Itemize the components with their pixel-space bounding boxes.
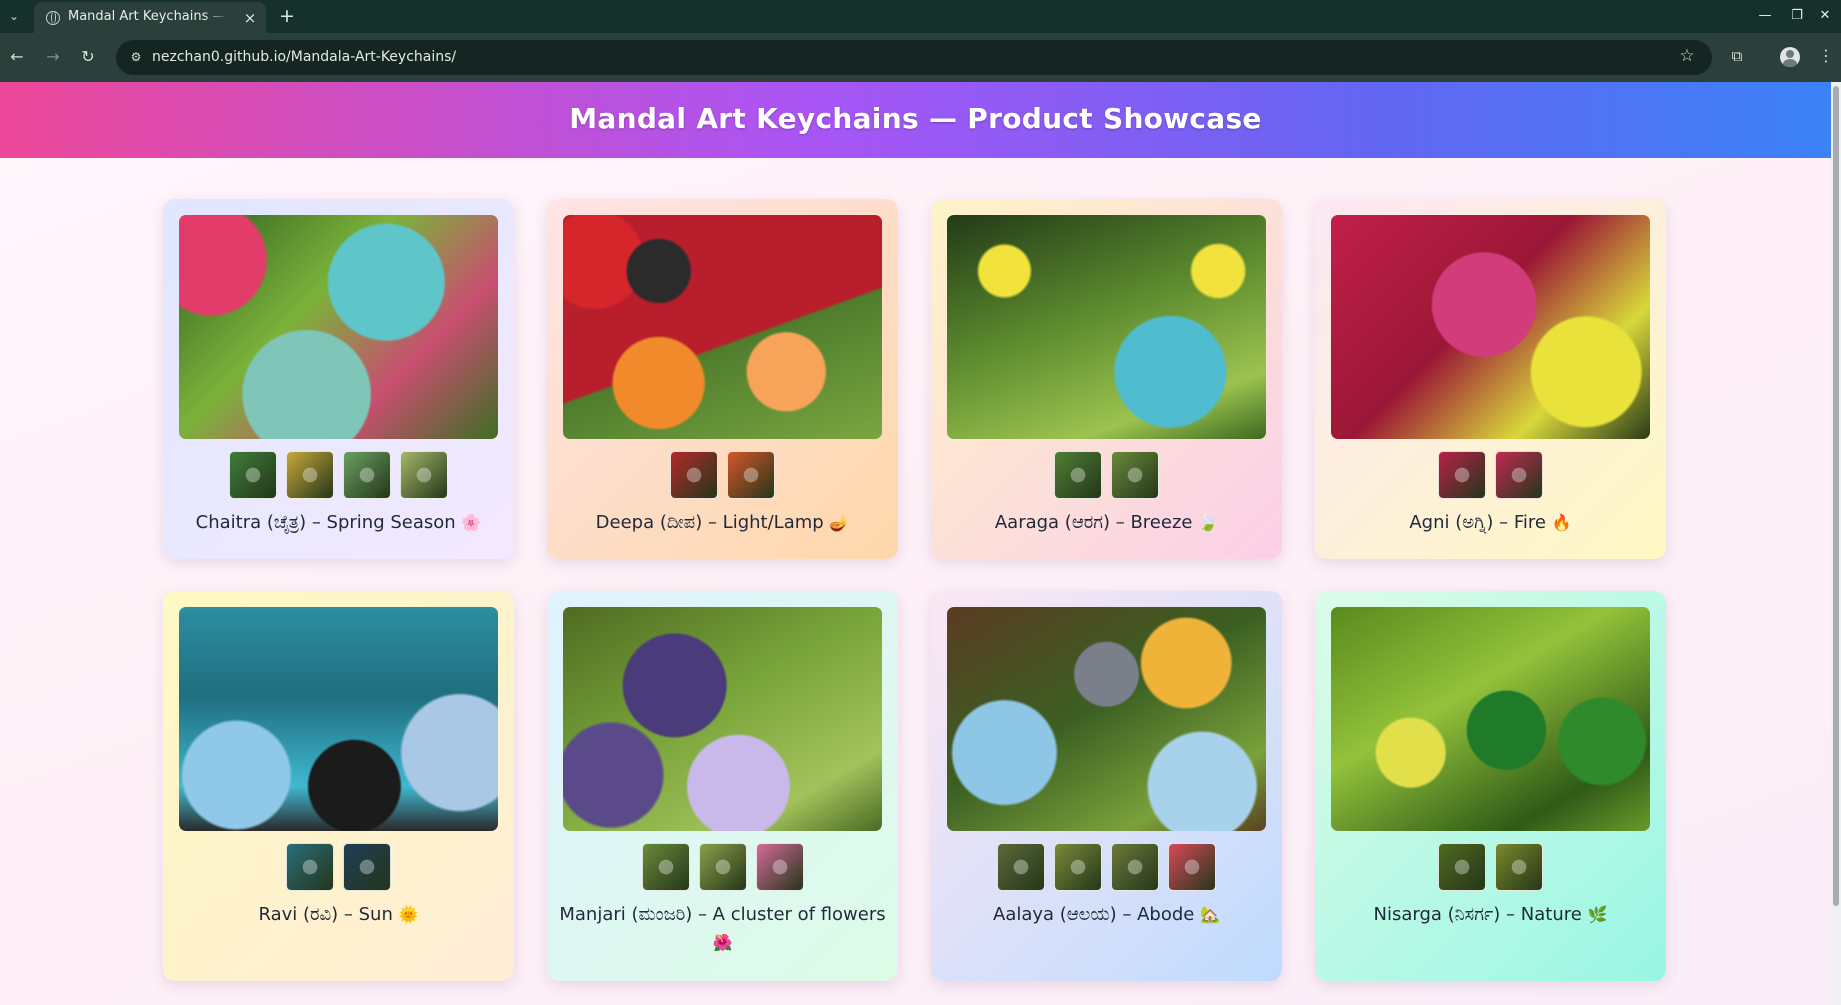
thumbnail-strip (931, 843, 1282, 891)
product-thumbnail[interactable] (1438, 451, 1486, 499)
product-main-image[interactable] (947, 215, 1266, 439)
tab-search-chevron-icon[interactable]: ⌄ (4, 6, 24, 26)
new-tab-plus-icon[interactable]: + (276, 5, 298, 27)
product-thumbnail[interactable] (1495, 843, 1543, 891)
product-thumbnail[interactable] (755, 843, 804, 891)
product-title: Manjari (ಮಂಜರಿ) – A cluster of flowers 🌺 (555, 901, 890, 957)
product-emoji: 🌺 (712, 933, 733, 952)
scrollbar-thumb[interactable] (1833, 86, 1839, 906)
restore-icon[interactable]: ❐ (1783, 4, 1811, 28)
product-name: Deepa (ದೀಪ) – Light/Lamp (595, 512, 824, 533)
product-name: Chaitra (ಚೈತ್ರ) – Spring Season (195, 512, 456, 533)
product-title: Deepa (ದೀಪ) – Light/Lamp 🪔 (555, 509, 890, 537)
forward-arrow-icon[interactable]: → (41, 45, 65, 69)
product-emoji: 🔥 (1551, 513, 1572, 532)
product-name: Agni (ಅಗ್ನಿ) – Fire (1409, 512, 1546, 533)
product-card: Nisarga (ನಿಸರ್ಗ) – Nature 🌿 (1315, 591, 1666, 981)
product-emoji: 🏡 (1200, 905, 1220, 924)
product-main-image[interactable] (1331, 215, 1650, 439)
url-text[interactable]: nezchan0.github.io/Mandala-Art-Keychains… (152, 49, 456, 67)
product-thumbnail[interactable] (1111, 451, 1159, 499)
product-thumbnail[interactable] (286, 843, 334, 891)
vertical-scrollbar[interactable] (1831, 82, 1841, 1005)
product-card: Manjari (ಮಂಜರಿ) – A cluster of flowers 🌺 (547, 591, 898, 981)
product-thumbnail[interactable] (1111, 843, 1159, 891)
product-title: Aalaya (ಆಲಯ) – Abode 🏡 (939, 901, 1274, 929)
globe-icon (46, 11, 60, 25)
product-card: Aalaya (ಆಲಯ) – Abode 🏡 (931, 591, 1282, 981)
product-thumbnail[interactable] (343, 451, 391, 499)
product-thumbnail[interactable] (400, 451, 448, 499)
product-card: Agni (ಅಗ್ನಿ) – Fire 🔥 (1315, 199, 1666, 559)
product-title: Chaitra (ಚೈತ್ರ) – Spring Season 🌸 (171, 509, 506, 537)
product-emoji: 🍃 (1198, 513, 1219, 532)
tab-close-icon[interactable]: × (240, 8, 260, 28)
product-name: Aalaya (ಆಲಯ) – Abode (993, 904, 1195, 925)
product-name: Manjari (ಮಂಜರಿ) – A cluster of flowers (559, 904, 886, 925)
thumbnail-strip (1315, 843, 1666, 891)
browser-tab-strip: ⌄ Mandal Art Keychains — × + — ❐ ✕ (0, 0, 1841, 33)
product-thumbnail[interactable] (343, 843, 391, 891)
product-thumbnail[interactable] (1168, 843, 1216, 891)
product-title: Ravi (ರವಿ) – Sun 🌞 (171, 901, 506, 929)
product-thumbnail[interactable] (727, 451, 775, 499)
minimize-icon[interactable]: — (1751, 4, 1779, 28)
kebab-menu-icon[interactable]: ⋮ (1818, 45, 1834, 67)
thumbnail-strip (547, 451, 898, 499)
product-card: Aaraga (ಆರಗ) – Breeze 🍃 (931, 199, 1282, 559)
thumbnail-strip (931, 451, 1282, 499)
product-name: Nisarga (ನಿಸರ್ಗ) – Nature (1373, 904, 1582, 925)
product-thumbnail[interactable] (641, 843, 690, 891)
thumbnail-strip (1315, 451, 1666, 499)
product-emoji: 🌿 (1587, 905, 1608, 924)
thumbnail-strip (163, 451, 514, 499)
extensions-puzzle-icon[interactable]: ⧉ (1726, 45, 1748, 67)
site-info-tune-icon[interactable]: ⚙ (128, 49, 144, 65)
product-thumbnail[interactable] (1495, 451, 1543, 499)
product-thumbnail[interactable] (229, 451, 277, 499)
browser-toolbar: ← → ↻ ⚙ nezchan0.github.io/Mandala-Art-K… (0, 33, 1841, 82)
product-main-image[interactable] (179, 215, 498, 439)
product-main-image[interactable] (947, 607, 1266, 831)
product-main-image[interactable] (179, 607, 498, 831)
address-bar[interactable]: ⚙ nezchan0.github.io/Mandala-Art-Keychai… (116, 40, 1712, 75)
product-thumbnail[interactable] (286, 451, 334, 499)
product-title: Agni (ಅಗ್ನಿ) – Fire 🔥 (1323, 509, 1658, 537)
product-main-image[interactable] (563, 607, 882, 831)
product-title: Nisarga (ನಿಸರ್ಗ) – Nature 🌿 (1323, 901, 1658, 929)
active-tab[interactable]: Mandal Art Keychains — × (34, 2, 266, 33)
close-window-icon[interactable]: ✕ (1811, 4, 1839, 28)
product-name: Ravi (ರವಿ) – Sun (258, 904, 393, 925)
product-thumbnail[interactable] (670, 451, 718, 499)
product-thumbnail[interactable] (1054, 843, 1102, 891)
product-card: Ravi (ರವಿ) – Sun 🌞 (163, 591, 514, 981)
profile-avatar-icon[interactable] (1780, 47, 1800, 67)
page-header: Mandal Art Keychains — Product Showcase (0, 82, 1831, 158)
thumbnail-strip (163, 843, 514, 891)
product-thumbnail[interactable] (698, 843, 747, 891)
product-card: Deepa (ದೀಪ) – Light/Lamp 🪔 (547, 199, 898, 559)
product-thumbnail[interactable] (1054, 451, 1102, 499)
product-thumbnail[interactable] (1438, 843, 1486, 891)
bookmark-star-icon[interactable]: ☆ (1676, 45, 1698, 67)
product-title: Aaraga (ಆರಗ) – Breeze 🍃 (939, 509, 1274, 537)
back-arrow-icon[interactable]: ← (5, 45, 29, 69)
product-thumbnail[interactable] (997, 843, 1045, 891)
thumbnail-strip (547, 843, 898, 891)
page-title: Mandal Art Keychains — Product Showcase (569, 102, 1262, 135)
product-emoji: 🪔 (829, 513, 850, 532)
product-card: Chaitra (ಚೈತ್ರ) – Spring Season 🌸 (163, 199, 514, 559)
product-name: Aaraga (ಆರಗ) – Breeze (994, 512, 1193, 533)
product-emoji: 🌸 (461, 513, 482, 532)
tab-title: Mandal Art Keychains — (68, 9, 226, 24)
product-main-image[interactable] (563, 215, 882, 439)
product-main-image[interactable] (1331, 607, 1650, 831)
product-emoji: 🌞 (398, 905, 419, 924)
reload-icon[interactable]: ↻ (76, 45, 100, 69)
page-viewport: Mandal Art Keychains — Product Showcase … (0, 82, 1831, 1005)
